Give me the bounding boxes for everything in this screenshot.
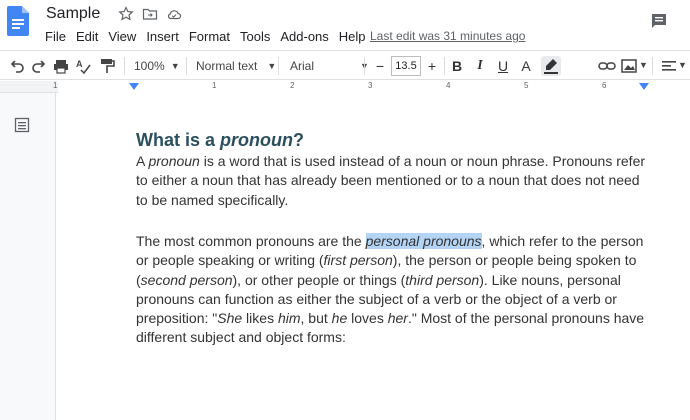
paragraph-text: is a word that is used instead of a noun… [136,153,646,208]
chevron-down-icon[interactable]: ▼ [678,60,687,70]
selected-text[interactable]: personal pronouns [365,233,482,249]
decrease-font-size-button[interactable]: − [371,56,389,76]
star-icon[interactable] [118,6,134,22]
font-value: Arial [290,59,315,73]
toolbar-separator [278,57,279,75]
last-edit-link[interactable]: Last edit was 31 minutes ago [370,29,525,43]
heading-emphasis: pronoun [220,130,293,150]
toolbar-separator [124,57,125,75]
heading-text: What is a [136,130,221,150]
toolbar-separator [364,57,365,75]
italic-term: her [387,310,408,327]
italic-term: he [331,310,348,327]
ruler-page-area [58,81,690,93]
menu-bar: File Edit View Insert Format Tools Add-o… [40,27,371,46]
italic-term: first person [323,252,393,269]
align-left-icon[interactable] [660,56,678,76]
print-icon[interactable] [52,56,70,76]
cloud-status-icon[interactable] [166,6,182,22]
ruler-number: 1 [212,81,217,90]
header-bar: Sample File Edit View Insert Format Tool… [0,0,690,50]
font-size-input[interactable]: 13.5 [391,56,421,76]
menu-format[interactable]: Format [184,27,235,46]
menu-view[interactable]: View [103,27,141,46]
menu-edit[interactable]: Edit [71,27,103,46]
paragraph-style-select[interactable]: Normal text ▼ [196,56,276,76]
insert-link-icon[interactable] [598,56,616,76]
ruler-number: 6 [602,81,607,90]
svg-text:A: A [76,59,83,69]
redo-icon[interactable] [30,56,48,76]
font-family-select[interactable]: Arial▼ [290,56,369,76]
toolbar-separator [186,57,187,75]
style-value: Normal text [196,59,258,73]
menu-tools[interactable]: Tools [235,27,275,46]
underline-button[interactable]: U [494,56,512,76]
paragraph-text: The most common pronouns are the [136,233,366,249]
document-page[interactable]: What is a pronoun? A pronoun is a word t… [56,93,690,420]
heading-text: ? [293,130,304,150]
bold-button[interactable]: B [448,56,466,76]
spelling-check-icon[interactable]: A [74,56,92,76]
italic-term: She [217,310,243,327]
ruler-number: 2 [290,81,295,90]
insert-image-icon[interactable] [620,56,638,76]
ruler-number: 5 [524,81,529,90]
ruler-number: 4 [446,81,451,90]
right-indent-marker-icon[interactable] [639,83,649,91]
undo-icon[interactable] [8,56,26,76]
italic-term: second person [140,271,233,288]
formatting-toolbar: A 100%▼ Normal text▼ Arial▼ − 13.5 + B I… [0,50,690,120]
paragraph-text: loves [347,310,388,327]
paragraph-text: likes [242,310,278,327]
paragraph-2[interactable]: The most common pronouns are the persona… [136,232,646,348]
docs-logo-icon[interactable] [7,6,29,36]
menu-file[interactable]: File [40,27,71,46]
ruler-number: 1 [53,81,58,90]
toolbar-separator [652,57,653,75]
menu-help[interactable]: Help [334,27,371,46]
paragraph-text: ), or other people or things ( [232,271,406,288]
document-heading[interactable]: What is a pronoun? [136,130,304,151]
text-color-button[interactable]: A [517,56,535,76]
title-icons [118,6,182,22]
highlight-color-icon[interactable] [541,56,561,76]
paint-format-icon[interactable] [98,56,116,76]
outline-rail [0,93,56,420]
paragraph-text: A [136,153,149,169]
paragraph-1[interactable]: A pronoun is a word that is used instead… [136,152,646,210]
toolbar-separator [444,57,445,75]
comment-history-icon[interactable] [650,12,668,30]
italic-button[interactable]: I [471,56,489,76]
move-folder-icon[interactable] [142,6,158,22]
italic-term: pronoun [148,153,200,169]
paragraph-text: , but [300,310,332,327]
chevron-down-icon: ▼ [267,61,277,71]
menu-add-ons[interactable]: Add-ons [275,27,333,46]
ruler: 1 1 2 3 4 5 6 [0,81,690,93]
google-docs-window: Sample File Edit View Insert Format Tool… [0,0,690,420]
italic-term: him [277,310,301,327]
chevron-down-icon: ▼ [170,61,180,71]
chevron-down-icon[interactable]: ▼ [639,60,648,70]
document-title[interactable]: Sample [46,5,100,23]
zoom-select[interactable]: 100% ▼ [134,56,180,76]
left-indent-marker-icon[interactable] [129,83,139,91]
document-outline-icon[interactable] [14,117,30,133]
ruler-number: 3 [368,81,373,90]
menu-insert[interactable]: Insert [141,27,184,46]
increase-font-size-button[interactable]: + [423,56,441,76]
zoom-value: 100% [134,59,165,73]
italic-term: third person [405,271,480,288]
